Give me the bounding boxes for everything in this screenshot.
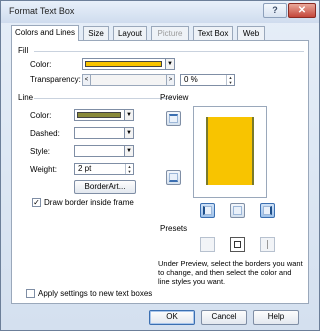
colors-and-lines-panel: Fill Color: ▼ Transparency: < > 0 % ▲ ▼ L… bbox=[11, 40, 309, 304]
weight-input[interactable]: 2 pt ▲ ▼ bbox=[74, 163, 134, 175]
transparency-input[interactable]: 0 % ▲ ▼ bbox=[180, 74, 235, 86]
tab-colors-and-lines[interactable]: Colors and Lines bbox=[11, 25, 79, 41]
line-color-dropdown-arrow-icon[interactable]: ▼ bbox=[124, 109, 134, 121]
tab-text-box[interactable]: Text Box bbox=[193, 26, 233, 41]
dashed-label: Dashed: bbox=[30, 129, 60, 138]
weight-value: 2 pt bbox=[78, 164, 92, 173]
right-border-button[interactable] bbox=[260, 203, 275, 218]
borderart-button[interactable]: BorderArt... bbox=[74, 180, 136, 194]
tab-web[interactable]: Web bbox=[237, 26, 265, 41]
line-color-swatch bbox=[77, 112, 121, 118]
tab-layout[interactable]: Layout bbox=[113, 26, 147, 41]
dashed-dropdown-arrow-icon[interactable]: ▼ bbox=[124, 127, 134, 139]
draw-border-inside-checkbox[interactable]: ✓ bbox=[32, 198, 41, 207]
style-dropdown-arrow-icon[interactable]: ▼ bbox=[124, 145, 134, 157]
ok-button[interactable]: OK bbox=[149, 310, 195, 325]
format-text-box-dialog: Format Text Box ? ✕ Colors and Lines Siz… bbox=[0, 0, 320, 331]
preset-none-button[interactable] bbox=[200, 237, 215, 252]
dashed-dropdown[interactable]: ▼ bbox=[74, 127, 134, 139]
line-color-label: Color: bbox=[30, 111, 52, 120]
apply-to-new-checkbox[interactable] bbox=[26, 289, 35, 298]
bottom-border-button[interactable] bbox=[166, 170, 181, 185]
close-button[interactable]: ✕ bbox=[288, 3, 316, 18]
fill-divider bbox=[34, 51, 304, 52]
preview-area[interactable] bbox=[193, 106, 267, 198]
preset-grid-button[interactable] bbox=[260, 237, 275, 252]
left-border-button[interactable] bbox=[200, 203, 215, 218]
transparency-label: Transparency: bbox=[30, 75, 81, 84]
draw-border-inside-label: Draw border inside frame bbox=[44, 198, 134, 207]
line-section-label: Line bbox=[18, 93, 34, 102]
top-border-button[interactable] bbox=[166, 111, 181, 126]
fill-color-dropdown-arrow-icon[interactable]: ▼ bbox=[165, 58, 175, 70]
preview-shape bbox=[206, 117, 254, 185]
slider-left-arrow-icon[interactable]: < bbox=[82, 74, 91, 86]
cancel-button[interactable]: Cancel bbox=[201, 310, 247, 325]
title-bar: Format Text Box ? ✕ bbox=[1, 1, 319, 23]
tab-picture: Picture bbox=[151, 26, 189, 41]
preview-section-label: Preview bbox=[160, 93, 189, 102]
line-color-dropdown[interactable]: ▼ bbox=[74, 109, 134, 121]
help-title-button[interactable]: ? bbox=[263, 3, 287, 18]
slider-right-arrow-icon[interactable]: > bbox=[166, 74, 175, 86]
tab-size[interactable]: Size bbox=[83, 26, 109, 41]
transparency-slider[interactable]: < > bbox=[82, 74, 175, 86]
presets-section-label: Presets bbox=[160, 224, 188, 233]
transparency-spin-icon[interactable]: ▲ ▼ bbox=[226, 75, 234, 85]
inside-border-button[interactable] bbox=[230, 203, 245, 218]
fill-color-swatch bbox=[85, 61, 162, 67]
fill-color-dropdown[interactable]: ▼ bbox=[82, 58, 175, 70]
weight-spin-icon[interactable]: ▲ ▼ bbox=[125, 164, 133, 174]
preview-help-text: Under Preview, select the borders you wa… bbox=[158, 259, 303, 286]
help-button[interactable]: Help bbox=[253, 310, 299, 325]
fill-color-label: Color: bbox=[30, 60, 52, 69]
style-label: Style: bbox=[30, 147, 51, 156]
fill-section-label: Fill bbox=[18, 46, 29, 55]
dialog-title: Format Text Box bbox=[9, 6, 75, 16]
preset-box-button[interactable] bbox=[230, 237, 245, 252]
weight-label: Weight: bbox=[30, 165, 57, 174]
transparency-value: 0 % bbox=[184, 75, 198, 84]
apply-to-new-label: Apply settings to new text boxes bbox=[38, 289, 153, 298]
line-divider bbox=[34, 98, 172, 99]
style-dropdown[interactable]: ▼ bbox=[74, 145, 134, 157]
